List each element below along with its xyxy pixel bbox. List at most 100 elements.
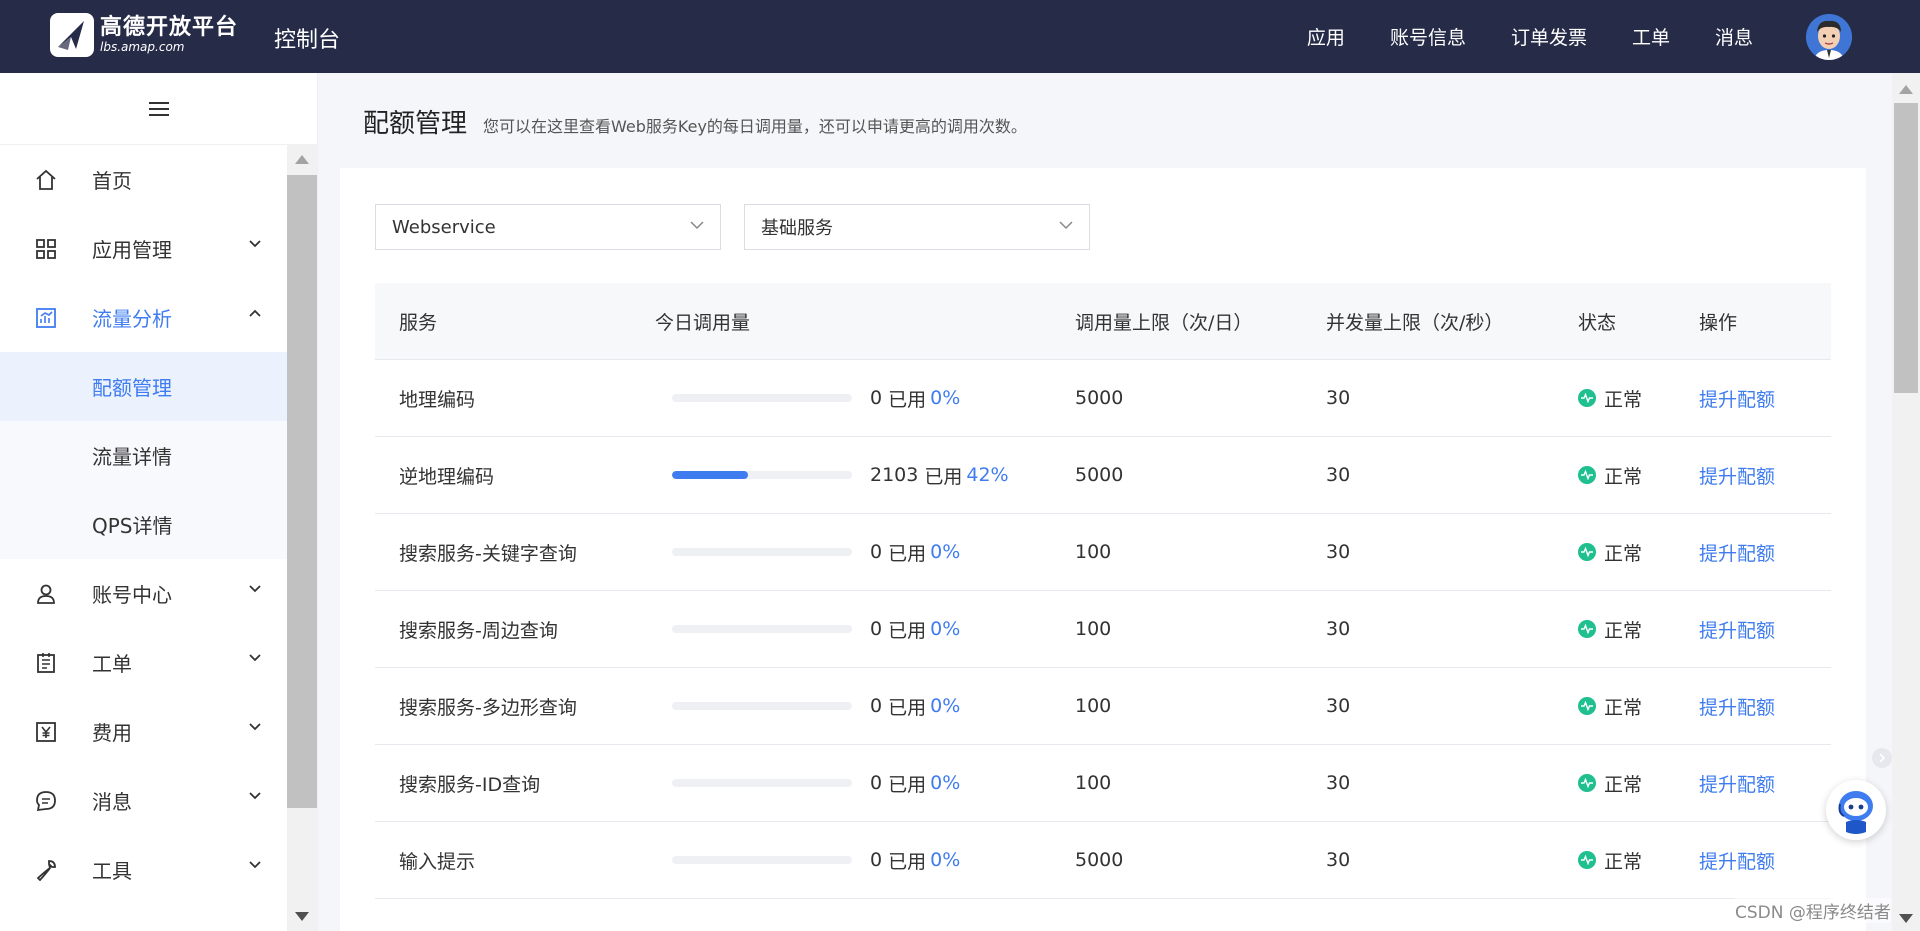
col-status: 状态 bbox=[1578, 311, 1617, 334]
page-scrollbar-thumb[interactable] bbox=[1894, 103, 1918, 393]
table-row: 输入提示 0 已用 0% 5000 30 正常 提升配额 bbox=[375, 822, 1831, 899]
daily-limit: 100 bbox=[1075, 772, 1112, 794]
yuan-icon bbox=[34, 720, 58, 744]
usage-percent: 42% bbox=[966, 464, 1009, 486]
main-content: 配额管理 您可以在这里查看Web服务Key的每日调用量，还可以申请更高的调用次数… bbox=[318, 73, 1890, 931]
table-row: 逆地理编码 2103 已用 42% 5000 30 正常 提升配额 bbox=[375, 437, 1831, 514]
side-tool-toggle-button[interactable] bbox=[1872, 748, 1892, 768]
table-row: 搜索服务-周边查询 0 已用 0% 100 30 正常 提升配额 bbox=[375, 591, 1831, 668]
raise-quota-link[interactable]: 提升配额 bbox=[1699, 774, 1775, 796]
table-row: 搜索服务-ID查询 0 已用 0% 100 30 正常 提升配额 bbox=[375, 745, 1831, 822]
sidebar-item-label: 费用 bbox=[92, 721, 132, 745]
nav-tickets[interactable]: 工单 bbox=[1632, 23, 1670, 50]
usage-percent: 0% bbox=[930, 772, 961, 794]
status-cell: 正常 bbox=[1578, 847, 1699, 874]
sidebar-subitem-quota-management[interactable]: 配额管理 bbox=[0, 352, 287, 421]
sidebar-item-label: 应用管理 bbox=[92, 238, 172, 262]
service-name: 搜索服务-ID查询 bbox=[399, 773, 541, 796]
raise-quota-link[interactable]: 提升配额 bbox=[1699, 697, 1775, 719]
daily-limit: 100 bbox=[1075, 541, 1112, 563]
sidebar-item-app-management[interactable]: 应用管理 bbox=[0, 214, 287, 283]
table-row: 搜索服务-多边形查询 0 已用 0% 100 30 正常 提升配额 bbox=[375, 668, 1831, 745]
col-daily-limit: 调用量上限（次/日） bbox=[1075, 311, 1253, 334]
avatar[interactable] bbox=[1806, 13, 1852, 60]
nav-apps[interactable]: 应用 bbox=[1307, 23, 1345, 50]
service-name: 逆地理编码 bbox=[399, 465, 495, 488]
qps-limit: 30 bbox=[1326, 849, 1351, 871]
used-label: 已用 bbox=[888, 388, 927, 411]
sidebar-item-traffic-analysis[interactable]: 流量分析 bbox=[0, 283, 287, 352]
raise-quota-link[interactable]: 提升配额 bbox=[1699, 389, 1775, 411]
qps-limit: 30 bbox=[1326, 464, 1351, 486]
status-text: 正常 bbox=[1604, 542, 1643, 565]
scroll-up-icon[interactable] bbox=[1899, 85, 1913, 94]
chevron-down-icon bbox=[1059, 221, 1073, 230]
raise-quota-link[interactable]: 提升配额 bbox=[1699, 466, 1775, 488]
status-ok-icon bbox=[1578, 466, 1596, 484]
menu-toggle-button[interactable] bbox=[0, 73, 318, 145]
scroll-up-icon[interactable] bbox=[295, 155, 309, 164]
usage-count: 2103 bbox=[870, 464, 919, 486]
wrench-icon bbox=[34, 858, 58, 882]
nav-messages[interactable]: 消息 bbox=[1715, 23, 1753, 50]
amap-logo[interactable]: 高德开放平台 lbs.amap.com bbox=[50, 13, 238, 57]
used-label: 已用 bbox=[888, 696, 927, 719]
service-name: 地理编码 bbox=[399, 388, 476, 411]
nav-orders-invoices[interactable]: 订单发票 bbox=[1511, 23, 1587, 50]
scroll-down-icon[interactable] bbox=[295, 912, 309, 921]
status-cell: 正常 bbox=[1578, 385, 1699, 412]
page-scrollbar[interactable] bbox=[1892, 73, 1920, 931]
sidebar-scrollbar[interactable] bbox=[287, 145, 317, 931]
sidebar: 首页 应用管理 流量分析 配额管理 流量详情 QPS详情 账号中心 工单 费用 … bbox=[0, 73, 318, 931]
service-name: 搜索服务-多边形查询 bbox=[399, 696, 577, 719]
sidebar-item-messages[interactable]: 消息 bbox=[0, 766, 287, 835]
usage-percent: 0% bbox=[930, 541, 961, 563]
status-cell: 正常 bbox=[1578, 616, 1699, 643]
usage-cell: 0 已用 0% bbox=[655, 770, 1075, 797]
sidebar-item-account-center[interactable]: 账号中心 bbox=[0, 559, 287, 628]
nav-account-info[interactable]: 账号信息 bbox=[1390, 23, 1466, 50]
scroll-down-icon[interactable] bbox=[1899, 914, 1913, 923]
service-name: 搜索服务-周边查询 bbox=[399, 619, 558, 642]
sidebar-item-label: 工单 bbox=[92, 652, 132, 676]
col-service: 服务 bbox=[399, 311, 438, 334]
sidebar-subitem-qps-details[interactable]: QPS详情 bbox=[0, 490, 287, 559]
usage-cell: 0 已用 0% bbox=[655, 693, 1075, 720]
usage-progress-bar bbox=[672, 394, 852, 402]
service-category-select[interactable]: 基础服务 bbox=[744, 204, 1090, 250]
raise-quota-link[interactable]: 提升配额 bbox=[1699, 543, 1775, 565]
usage-count: 0 bbox=[870, 541, 883, 563]
usage-progress-bar bbox=[672, 548, 852, 556]
usage-progress-fill bbox=[672, 471, 748, 479]
service-type-select[interactable]: Webservice bbox=[375, 204, 721, 250]
help-assistant-button[interactable] bbox=[1826, 780, 1886, 840]
usage-progress-bar bbox=[672, 779, 852, 787]
chevron-right-icon bbox=[1879, 753, 1886, 763]
chart-icon bbox=[34, 306, 58, 330]
status-text: 正常 bbox=[1604, 619, 1643, 642]
usage-count: 0 bbox=[870, 772, 883, 794]
usage-count: 0 bbox=[870, 387, 883, 409]
used-label: 已用 bbox=[924, 465, 963, 488]
sidebar-item-tickets[interactable]: 工单 bbox=[0, 628, 287, 697]
sidebar-subitem-traffic-details[interactable]: 流量详情 bbox=[0, 421, 287, 490]
sidebar-item-tools[interactable]: 工具 bbox=[0, 835, 287, 904]
usage-count: 0 bbox=[870, 849, 883, 871]
chevron-down-icon bbox=[249, 861, 261, 869]
chevron-down-icon bbox=[690, 221, 704, 230]
logo-domain: lbs.amap.com bbox=[100, 40, 185, 54]
status-text: 正常 bbox=[1604, 388, 1643, 411]
raise-quota-link[interactable]: 提升配额 bbox=[1699, 851, 1775, 873]
sidebar-scrollbar-thumb[interactable] bbox=[287, 175, 317, 808]
sidebar-item-home[interactable]: 首页 bbox=[0, 145, 287, 214]
status-text: 正常 bbox=[1604, 465, 1643, 488]
status-ok-icon bbox=[1578, 543, 1596, 561]
raise-quota-link[interactable]: 提升配额 bbox=[1699, 620, 1775, 642]
chevron-down-icon bbox=[249, 654, 261, 662]
watermark: CSDN @程序终结者 bbox=[1735, 898, 1891, 923]
chevron-down-icon bbox=[249, 240, 261, 248]
chevron-up-icon bbox=[249, 309, 261, 317]
sidebar-item-billing[interactable]: 费用 bbox=[0, 697, 287, 766]
ticket-icon bbox=[34, 651, 58, 675]
sidebar-item-label: 流量分析 bbox=[92, 307, 172, 331]
